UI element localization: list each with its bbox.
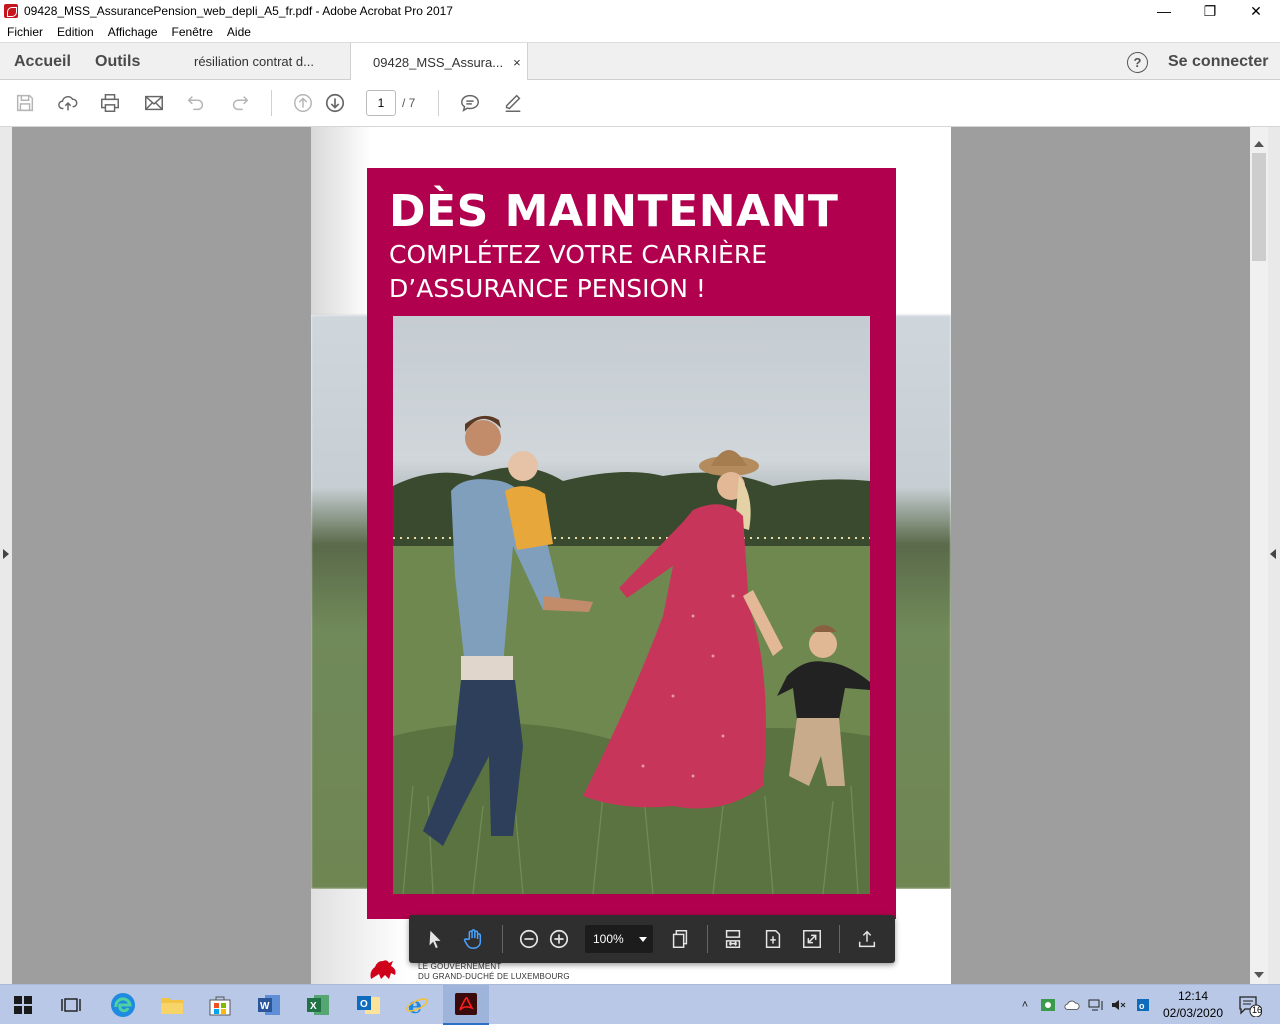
- prev-page-icon[interactable]: [291, 91, 315, 115]
- edge-icon[interactable]: [100, 985, 146, 1025]
- tab-bar: Accueil Outils résiliation contrat d... …: [0, 42, 1280, 81]
- zoom-level-value: 100%: [593, 932, 624, 946]
- chevron-up-icon[interactable]: ˄: [1017, 997, 1033, 1013]
- pdf-page: DÈS MAINTENANT COMPLÉTEZ VOTRE CARRIÈRE …: [311, 127, 951, 984]
- signin-button[interactable]: Se connecter: [1168, 53, 1268, 71]
- chevron-down-icon: [639, 937, 647, 942]
- window-title: 09428_MSS_AssurancePension_web_depli_A5_…: [24, 4, 453, 18]
- svg-text:o: o: [1139, 1001, 1145, 1011]
- toolbar-separator: [502, 925, 503, 953]
- document-tab-resiliation[interactable]: résiliation contrat d...: [172, 43, 350, 80]
- page-total: / 7: [402, 96, 416, 110]
- scroll-up-icon[interactable]: [1254, 141, 1264, 147]
- zoom-in-icon[interactable]: [547, 927, 571, 951]
- tab-tools[interactable]: Outils: [95, 53, 140, 71]
- hand-tool-icon[interactable]: [461, 927, 485, 951]
- network-icon[interactable]: [1088, 997, 1104, 1013]
- close-tab-icon[interactable]: ×: [513, 55, 521, 70]
- zoom-level-select[interactable]: 100%: [585, 925, 653, 953]
- left-panel-toggle[interactable]: [0, 127, 12, 984]
- expand-right-panel-icon[interactable]: [1270, 549, 1276, 559]
- upload-icon[interactable]: [56, 91, 80, 115]
- svg-text:X: X: [310, 1001, 317, 1012]
- select-arrow-icon[interactable]: [423, 927, 447, 951]
- subtitle-line-1: COMPLÉTEZ VOTRE CARRIÈRE: [389, 240, 768, 269]
- document-tab-label: 09428_MSS_Assura...: [373, 54, 504, 70]
- help-button[interactable]: ?: [1127, 52, 1148, 73]
- notification-center-icon[interactable]: 16: [1238, 995, 1263, 1018]
- store-icon[interactable]: [197, 985, 243, 1025]
- cover-panel: DÈS MAINTENANT COMPLÉTEZ VOTRE CARRIÈRE …: [367, 168, 896, 919]
- toolbar-separator: [707, 925, 708, 953]
- menu-aide[interactable]: Aide: [220, 25, 258, 39]
- undo-icon[interactable]: [184, 91, 208, 115]
- svg-text:O: O: [360, 999, 368, 1010]
- security-tray-icon[interactable]: [1040, 997, 1056, 1013]
- outlook-tray-icon[interactable]: o: [1136, 997, 1152, 1013]
- acrobat-app-icon: [4, 4, 18, 18]
- tab-home[interactable]: Accueil: [14, 53, 71, 71]
- menu-fichier[interactable]: Fichier: [0, 25, 50, 39]
- share-icon[interactable]: [855, 927, 879, 951]
- acrobat-icon[interactable]: [443, 985, 489, 1025]
- document-tab-label: résiliation contrat d...: [194, 54, 314, 69]
- start-icon[interactable]: [0, 985, 46, 1025]
- excel-icon[interactable]: X: [295, 985, 341, 1025]
- subtitle-line-2: D’ASSURANCE PENSION !: [389, 274, 706, 303]
- full-screen-icon[interactable]: [800, 927, 824, 951]
- fit-page-icon[interactable]: [761, 927, 785, 951]
- family-photo: [393, 316, 870, 894]
- clock[interactable]: 12:14 02/03/2020: [1160, 988, 1226, 1022]
- clock-date: 02/03/2020: [1162, 1006, 1224, 1020]
- notification-count: 16: [1251, 1005, 1262, 1015]
- menu-edition[interactable]: Edition: [50, 25, 101, 39]
- windows-taskbar: W X O e ˄ o 12:14 02/03/2020 16: [0, 984, 1280, 1025]
- menu-bar: Fichier Edition Affichage Fenêtre Aide: [0, 22, 1280, 42]
- toolbar-separator: [438, 90, 439, 116]
- page-shadow: [311, 127, 371, 315]
- government-label-line-2: DU GRAND-DUCHÉ DE LUXEMBOURG: [418, 972, 570, 981]
- onedrive-icon[interactable]: [1064, 997, 1080, 1013]
- expand-left-panel-icon[interactable]: [3, 549, 9, 559]
- menu-fenetre[interactable]: Fenêtre: [165, 25, 220, 39]
- clock-time: 12:14: [1177, 989, 1209, 1003]
- minimize-button[interactable]: —: [1141, 0, 1187, 22]
- luxembourg-lion-logo: [370, 960, 396, 979]
- vertical-scrollbar[interactable]: [1250, 127, 1268, 984]
- comment-icon[interactable]: [458, 91, 482, 115]
- toolbar-separator: [839, 925, 840, 953]
- print-icon[interactable]: [98, 91, 122, 115]
- scroll-thumb[interactable]: [1252, 153, 1266, 261]
- close-window-button[interactable]: ✕: [1233, 0, 1279, 22]
- email-icon[interactable]: [142, 91, 166, 115]
- toolbar-separator: [271, 90, 272, 116]
- ie-icon[interactable]: e: [394, 985, 440, 1025]
- word-icon[interactable]: W: [246, 985, 292, 1025]
- document-tab-active[interactable]: 09428_MSS_Assura... ×: [350, 43, 528, 81]
- fit-width-icon[interactable]: [721, 927, 745, 951]
- svg-text:W: W: [260, 1001, 270, 1012]
- restore-button[interactable]: ❐: [1187, 0, 1233, 22]
- page-number-input[interactable]: 1: [366, 90, 396, 116]
- subtitle: COMPLÉTEZ VOTRE CARRIÈRE D’ASSURANCE PEN…: [389, 238, 767, 306]
- scroll-down-icon[interactable]: [1254, 972, 1264, 978]
- sign-icon[interactable]: [501, 91, 525, 115]
- save-icon[interactable]: [13, 91, 37, 115]
- menu-affichage[interactable]: Affichage: [101, 25, 165, 39]
- main-toolbar: [0, 80, 1280, 127]
- page-display-icon[interactable]: [668, 927, 692, 951]
- zoom-out-icon[interactable]: [517, 927, 541, 951]
- redo-icon[interactable]: [228, 91, 252, 115]
- volume-muted-icon[interactable]: [1111, 997, 1127, 1013]
- file-explorer-icon[interactable]: [149, 985, 195, 1025]
- next-page-icon[interactable]: [323, 91, 347, 115]
- outlook-icon[interactable]: O: [346, 985, 392, 1025]
- floating-page-toolbar: 100%: [409, 915, 895, 963]
- task-view-icon[interactable]: [48, 985, 94, 1025]
- headline: DÈS MAINTENANT: [389, 186, 839, 237]
- government-label-line-1: LE GOUVERNEMENT: [418, 962, 502, 971]
- government-label: LE GOUVERNEMENT DU GRAND-DUCHÉ DE LUXEMB…: [418, 962, 570, 982]
- title-bar: 09428_MSS_AssurancePension_web_depli_A5_…: [0, 0, 1280, 22]
